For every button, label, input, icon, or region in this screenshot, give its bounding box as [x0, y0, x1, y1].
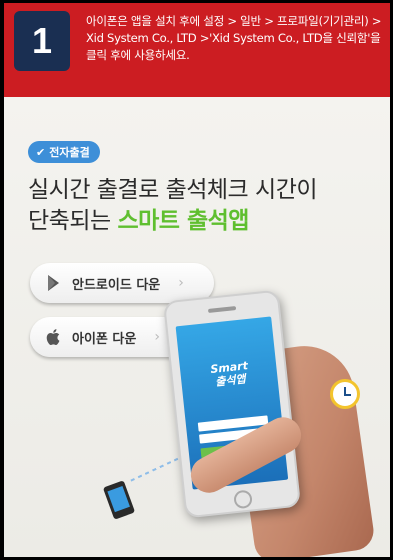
page-container: 1 아이폰은 앱을 설치 후에 설정 > 일반 > 프로파일(기기관리) > X… — [4, 3, 390, 557]
chevron-right-icon: › — [178, 275, 184, 291]
mini-phone-icon — [102, 480, 136, 520]
screenshot-frame: 1 아이폰은 앱을 설치 후에 설정 > 일반 > 프로파일(기기관리) > X… — [0, 0, 393, 560]
decorative-dashed-line — [130, 454, 186, 482]
apple-icon — [46, 329, 60, 345]
category-tag: ✔ 전자출결 — [28, 141, 100, 163]
phone-home-button — [233, 489, 253, 510]
android-download-button[interactable]: 안드로이드 다운 › — [30, 263, 214, 303]
clock-icon — [330, 379, 360, 409]
headline-prefix: 단축되는 — [28, 208, 111, 234]
install-instruction-text: 아이폰은 앱을 설치 후에 설정 > 일반 > 프로파일(기기관리) > Xid… — [86, 14, 382, 62]
promo-headline: 실시간 출결로 출석체크 시간이 단축되는 스마트 출석앱 — [28, 175, 378, 237]
check-icon: ✔ — [36, 145, 46, 159]
headline-line-2: 단축되는 스마트 출석앱 — [28, 206, 378, 237]
headline-line-1: 실시간 출결로 출석체크 시간이 — [28, 177, 318, 203]
instruction-header: 1 아이폰은 앱을 설치 후에 설정 > 일반 > 프로파일(기기관리) > X… — [4, 3, 390, 97]
category-tag-label: 전자출결 — [49, 146, 90, 159]
step-number-badge: 1 — [14, 11, 70, 71]
ios-download-label: 아이폰 다운 — [72, 331, 137, 347]
phone-speaker — [207, 306, 237, 313]
android-download-label: 안드로이드 다운 — [72, 277, 161, 293]
app-logo: Smart 출석앱 — [204, 359, 256, 390]
headline-highlight: 스마트 출석앱 — [117, 208, 249, 234]
google-play-icon — [48, 275, 59, 291]
promo-section: ✔ 전자출결 실시간 출결로 출석체크 시간이 단축되는 스마트 출석앱 안드로… — [4, 97, 390, 557]
smartphone-illustration: Smart 출석앱 — [162, 289, 302, 519]
chevron-right-icon: › — [154, 329, 160, 345]
